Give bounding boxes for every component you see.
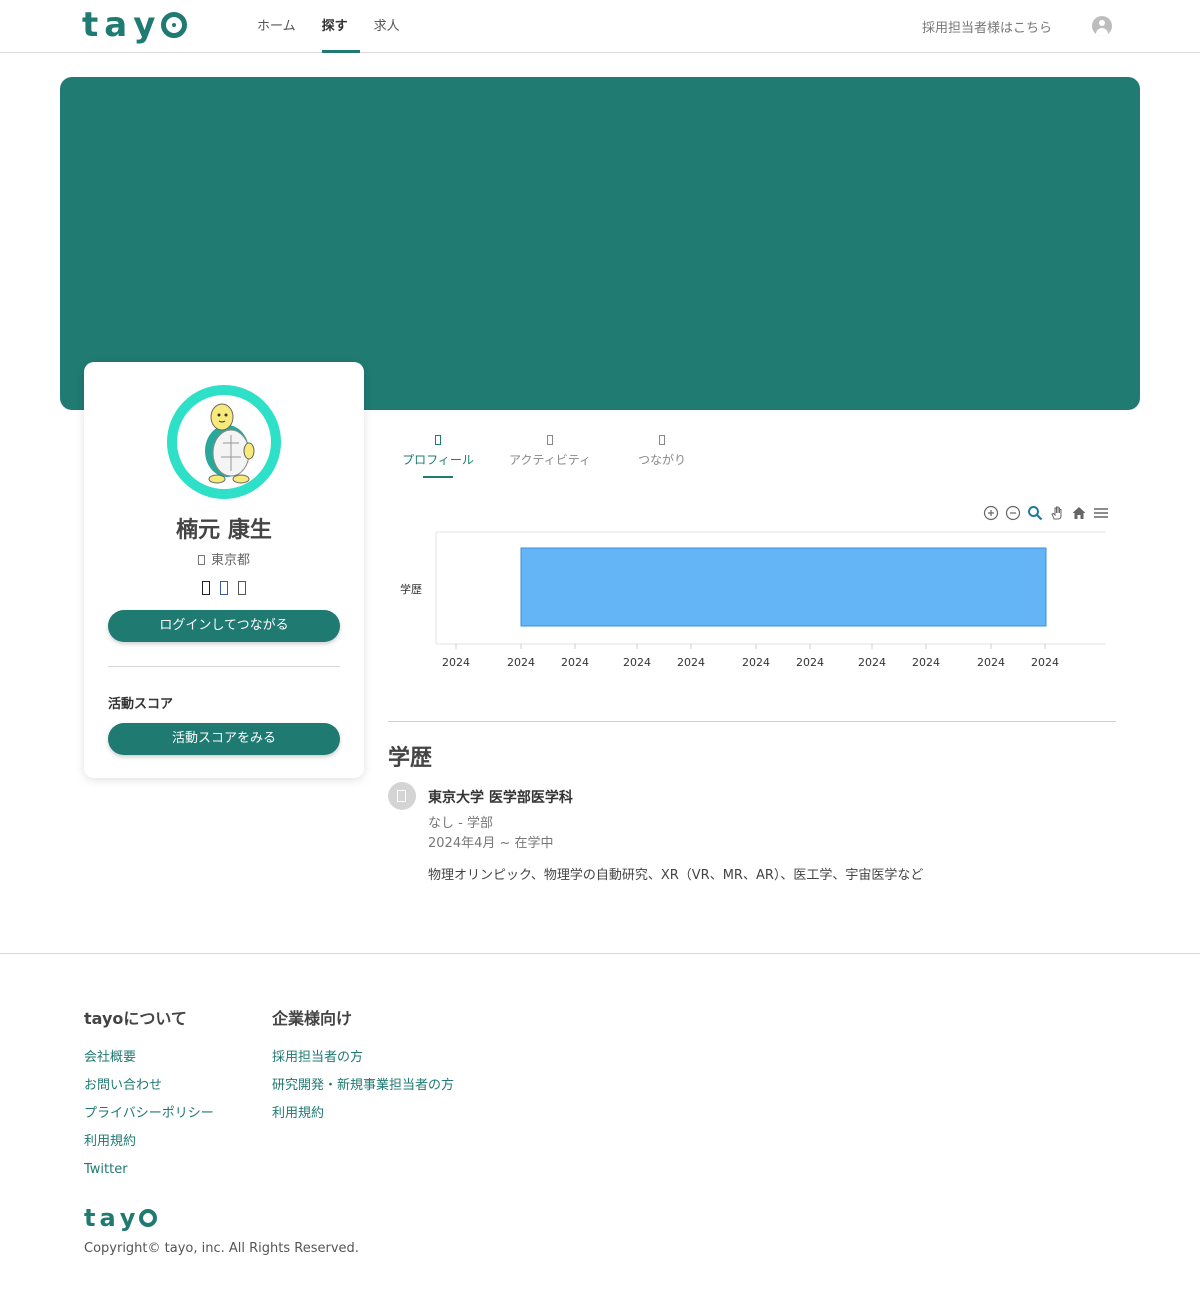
x-tick-label: 2024 bbox=[623, 656, 651, 669]
card-divider bbox=[108, 666, 340, 667]
tab-activity[interactable]: アクティビティ bbox=[500, 430, 600, 480]
x-tick-label: 2024 bbox=[677, 656, 705, 669]
school-name: 東京大学 医学部医学科 bbox=[428, 790, 573, 806]
x-tick-label: 2024 bbox=[796, 656, 824, 669]
logo-letter-o bbox=[161, 12, 188, 38]
x-tick-label: 2024 bbox=[912, 656, 940, 669]
nav-home[interactable]: ホーム bbox=[257, 0, 308, 53]
footer-link-company[interactable]: 会社概要 bbox=[84, 1044, 214, 1072]
recruiter-link[interactable]: 採用担当者様はこちら bbox=[922, 17, 1052, 36]
x-tick-label: 2024 bbox=[858, 656, 886, 669]
avatar bbox=[167, 385, 281, 499]
footer-link-terms[interactable]: 利用規約 bbox=[84, 1128, 214, 1156]
footer-link-rnd[interactable]: 研究開発・新規事業担当者の方 bbox=[272, 1072, 454, 1100]
footer-link-contact[interactable]: お問い合わせ bbox=[84, 1072, 214, 1100]
nav-search[interactable]: 探す bbox=[321, 0, 360, 53]
x-tick-label: 2024 bbox=[1031, 656, 1059, 669]
profile-tabs: プロフィール アクティビティ つながり bbox=[388, 430, 724, 480]
footer-logo-letter-o bbox=[139, 1209, 158, 1227]
link-social-icon[interactable] bbox=[238, 581, 246, 595]
footer-logo-letter-t: t bbox=[84, 1204, 96, 1232]
timeline-svg: 学歴 2024 2024 2024 2024 2024 2024 2024 2024 2024 2… bbox=[400, 531, 1106, 669]
footer-logo-letter-y: y bbox=[119, 1204, 136, 1232]
tab-profile-label: プロフィール bbox=[402, 453, 474, 467]
logo-letter-y: y bbox=[133, 5, 156, 45]
footer-business-column: 企業様向け 採用担当者の方 研究開発・新規事業担当者の方 利用規約 bbox=[272, 1005, 454, 1128]
location-text: 東京都 bbox=[210, 553, 250, 568]
department: なし - 学部 bbox=[428, 816, 493, 831]
footer-about-heading: tayoについて bbox=[84, 1009, 187, 1028]
education-timeline-chart: 学歴 2024 2024 2024 2024 2024 2024 2024 2024 2024 2… bbox=[388, 500, 1116, 680]
footer-logo-letter-a: a bbox=[99, 1204, 116, 1232]
tayo-logo[interactable]: t a y bbox=[82, 5, 188, 45]
footer-link-business-terms[interactable]: 利用規約 bbox=[272, 1100, 454, 1128]
profile-tab-icon bbox=[435, 435, 441, 445]
activity-score-heading: 活動スコア bbox=[108, 697, 174, 712]
tab-profile[interactable]: プロフィール bbox=[388, 430, 488, 480]
chart-category-label: 学歴 bbox=[400, 582, 422, 596]
enrollment-period: 2024年4月 ~ 在学中 bbox=[428, 836, 554, 851]
user-account-icon[interactable] bbox=[1092, 16, 1112, 36]
chart-x-ticks: 2024 2024 2024 2024 2024 2024 2024 2024 2024 2024… bbox=[442, 644, 1059, 669]
nav-jobs[interactable]: 求人 bbox=[374, 0, 412, 53]
cover-banner bbox=[60, 77, 1140, 410]
chart-bar-education bbox=[520, 547, 1047, 627]
footer-logo[interactable]: t a y bbox=[84, 1204, 158, 1232]
logo-letter-a: a bbox=[104, 5, 128, 45]
footer-link-privacy[interactable]: プライバシーポリシー bbox=[84, 1100, 214, 1128]
login-connect-button[interactable]: ログインしてつながる bbox=[108, 610, 340, 642]
site-header: t a y ホーム 探す 求人 採用担当者様はこちら bbox=[0, 0, 1200, 53]
location-pin-icon bbox=[197, 555, 205, 565]
main-nav: ホーム 探す 求人 bbox=[257, 0, 426, 53]
view-activity-score-button[interactable]: 活動スコアをみる bbox=[108, 723, 340, 755]
x-social-icon[interactable] bbox=[202, 581, 210, 595]
x-tick-label: 2024 bbox=[507, 656, 535, 669]
footer-about-column: tayoについて 会社概要 お問い合わせ プライバシーポリシー 利用規約 Twi… bbox=[84, 1005, 214, 1184]
footer-divider bbox=[0, 953, 1200, 954]
x-tick-label: 2024 bbox=[742, 656, 770, 669]
education-note: 物理オリンピック、物理学の自動研究、XR（VR、MR、AR）、医工学、宇宙医学な… bbox=[428, 868, 924, 883]
social-links bbox=[84, 581, 364, 595]
tab-connections[interactable]: つながり bbox=[612, 430, 712, 480]
x-tick-label: 2024 bbox=[442, 656, 470, 669]
footer-link-twitter[interactable]: Twitter bbox=[84, 1156, 214, 1184]
copyright: Copyright© tayo, inc. All Rights Reserve… bbox=[84, 1241, 359, 1256]
logo-letter-t: t bbox=[82, 5, 99, 45]
user-name: 楠元 康生 bbox=[176, 518, 272, 543]
tab-connections-label: つながり bbox=[637, 453, 686, 467]
school-icon bbox=[388, 782, 416, 810]
section-divider bbox=[388, 721, 1116, 722]
education-heading: 学歴 bbox=[388, 746, 433, 771]
x-tick-label: 2024 bbox=[977, 656, 1005, 669]
location-row: 東京都 bbox=[84, 549, 364, 568]
profile-card: 楠元 康生 東京都 ログインしてつながる 活動スコア 活動スコアをみる bbox=[84, 362, 364, 778]
facebook-social-icon[interactable] bbox=[220, 581, 228, 595]
x-tick-label: 2024 bbox=[561, 656, 589, 669]
footer-business-heading: 企業様向け bbox=[272, 1009, 353, 1028]
tab-activity-label: アクティビティ bbox=[509, 453, 591, 467]
footer-link-recruiters[interactable]: 採用担当者の方 bbox=[272, 1044, 454, 1072]
connections-tab-icon bbox=[659, 435, 665, 445]
activity-tab-icon bbox=[547, 435, 553, 445]
